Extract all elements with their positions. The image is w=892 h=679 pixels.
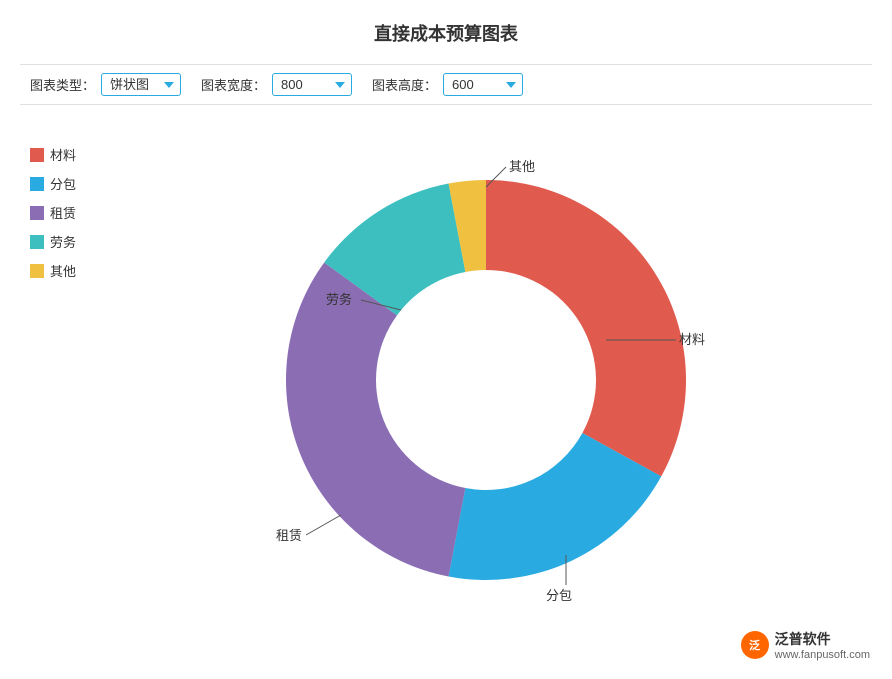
legend-label-rental: 租赁	[50, 203, 76, 222]
chart-type-group: 图表类型： 饼状图 柱状图 折线图	[30, 73, 181, 96]
chart-type-select[interactable]: 饼状图 柱状图 折线图	[101, 73, 181, 96]
watermark-icon: 泛	[741, 631, 769, 659]
watermark: 泛 泛普软件 www.fanpusoft.com	[741, 629, 870, 661]
watermark-url: www.fanpusoft.com	[775, 649, 870, 661]
chart-width-group: 图表宽度： 600 700 800 900 1000	[201, 73, 352, 96]
label-text-labor: 劳务	[326, 292, 352, 307]
segment-rental	[286, 262, 465, 576]
chart-width-label: 图表宽度：	[201, 75, 266, 94]
chart-width-select[interactable]: 600 700 800 900 1000	[272, 73, 352, 96]
chart-legend: 材料 分包 租赁 劳务 其他	[20, 125, 100, 615]
legend-color-subcontract	[30, 177, 44, 191]
chart-height-select[interactable]: 400 500 600 700 800	[443, 73, 523, 96]
chart-height-label: 图表高度：	[372, 75, 437, 94]
donut-chart-svg: 材料 分包 租赁 劳务 其他	[146, 125, 826, 615]
controls-bar: 图表类型： 饼状图 柱状图 折线图 图表宽度： 600 700 800 900 …	[20, 64, 872, 105]
legend-label-subcontract: 分包	[50, 174, 76, 193]
label-text-material: 材料	[679, 332, 705, 347]
watermark-text-block: 泛普软件 www.fanpusoft.com	[775, 629, 870, 661]
chart-type-label: 图表类型：	[30, 75, 95, 94]
legend-item-other: 其他	[30, 261, 100, 280]
legend-color-rental	[30, 206, 44, 220]
legend-item-labor: 劳务	[30, 232, 100, 251]
legend-item-rental: 租赁	[30, 203, 100, 222]
donut-chart-wrapper: 材料 分包 租赁 劳务 其他	[100, 125, 872, 615]
chart-height-group: 图表高度： 400 500 600 700 800	[372, 73, 523, 96]
watermark-icon-text: 泛	[749, 637, 760, 653]
legend-color-other	[30, 264, 44, 278]
main-container: 直接成本预算图表 图表类型： 饼状图 柱状图 折线图 图表宽度： 600 700…	[0, 0, 892, 679]
label-text-other: 其他	[509, 159, 535, 174]
legend-item-subcontract: 分包	[30, 174, 100, 193]
segment-material	[486, 180, 686, 476]
label-text-subcontract: 分包	[546, 588, 572, 603]
legend-item-material: 材料	[30, 145, 100, 164]
legend-color-material	[30, 148, 44, 162]
legend-color-labor	[30, 235, 44, 249]
legend-label-material: 材料	[50, 145, 76, 164]
page-title: 直接成本预算图表	[20, 20, 872, 46]
legend-label-labor: 劳务	[50, 232, 76, 251]
legend-label-other: 其他	[50, 261, 76, 280]
label-text-rental: 租赁	[276, 528, 302, 543]
watermark-company: 泛普软件	[775, 629, 870, 649]
chart-area: 材料 分包 租赁 劳务 其他	[20, 125, 872, 615]
label-line-rental	[306, 515, 341, 535]
